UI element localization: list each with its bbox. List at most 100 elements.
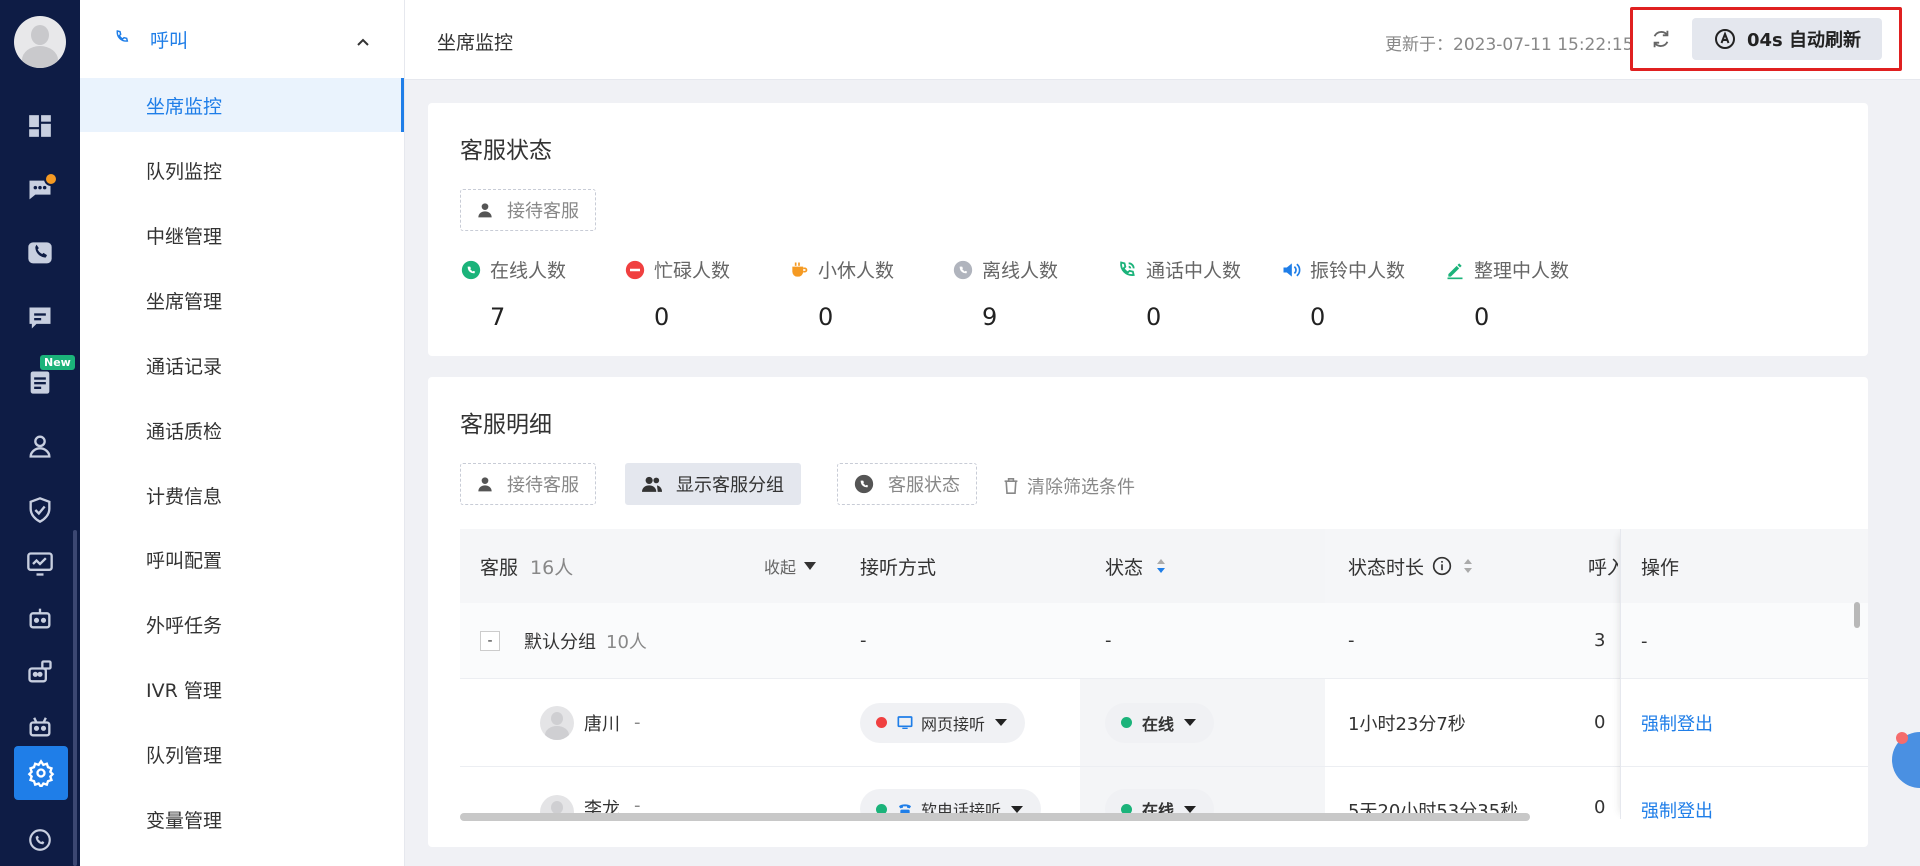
caret-down-icon [1184,719,1197,726]
phone-call-green-icon [1116,259,1138,281]
user-avatar[interactable] [14,16,66,68]
agent-status-card: 客服状态 接待客服 在线人数 7 忙碌人数 0 小休人数 0 离线人数 9 通话… [428,103,1868,356]
sort-icon[interactable] [1462,556,1474,576]
pencil-icon [1444,259,1466,281]
auto-refresh-button[interactable]: 04s 自动刷新 [1692,18,1882,60]
group-duration: - [1348,630,1355,651]
speaker-icon [1280,259,1302,281]
col-status[interactable]: 状态 [1105,529,1167,603]
group-ops: - [1641,630,1648,652]
person-icon [478,203,492,218]
settings-icon[interactable] [14,746,68,800]
secondary-menu: 呼叫 坐席监控 队列监控 中继管理 坐席管理 通话记录 通话质检 计费信息 呼叫… [80,0,481,866]
offline-icon [952,259,974,281]
show-group-chip[interactable]: 显示客服分组 [625,463,801,505]
whatsapp-green-icon [460,259,482,281]
desktop-icon [897,715,913,729]
menu-item-seat-manage[interactable]: 坐席管理 [80,273,404,327]
caret-down-icon [804,562,817,570]
group-calls: 3 [1594,630,1606,651]
group-status: - [1105,630,1112,651]
detail-filter-agent-chip[interactable]: 接待客服 [460,463,596,505]
robot2-icon[interactable] [22,654,58,690]
menu-item-billing[interactable]: 计费信息 [80,468,404,522]
group-name: 默认分组 [524,631,596,653]
col-duration[interactable]: 状态时长 [1348,529,1474,603]
monitor-icon[interactable] [22,546,58,582]
clear-filters-button[interactable]: 清除筛选条件 [1003,473,1135,499]
status-filter-agent-chip[interactable]: 接待客服 [460,189,596,231]
whatsapp-icon[interactable] [22,822,58,858]
chat-icon[interactable] [22,172,58,208]
col-agent: 客服 16人 收起 [480,529,817,603]
force-logout-link[interactable]: 强制登出 [1641,767,1713,819]
agent-name: 唐川 [584,713,620,735]
refresh-icon[interactable] [1650,28,1672,50]
robot-icon[interactable] [22,600,58,636]
call-count: 0 [1594,797,1606,818]
status-duration: 5天20小时53分35秒 [1348,801,1519,819]
menu-item-trunk[interactable]: 中继管理 [80,208,404,262]
notification-bell-button[interactable] [1892,732,1920,788]
table-vertical-scrollbar[interactable] [1854,602,1860,628]
menu-item-call-qa[interactable]: 通话质检 [80,403,404,457]
phone-icon[interactable] [22,236,58,272]
menu-group-call[interactable]: 呼叫 [80,0,404,78]
status-dot [1121,717,1132,728]
caret-down-icon [1011,805,1024,813]
person-icon [478,477,492,492]
menu-item-call-records[interactable]: 通话记录 [80,338,404,392]
notification-dot [1896,732,1908,744]
col-calls: 呼入 [1588,556,1618,579]
updated-time: 更新于：2023-07-11 15:22:15 [1385,35,1634,55]
rail-scrollbar[interactable] [73,530,77,866]
menu-item-ivr[interactable]: IVR 管理 [80,662,404,716]
message-icon[interactable] [22,300,58,336]
stat-wrapup-value: 0 [1474,303,1490,331]
info-icon[interactable] [1432,556,1452,576]
dashboard-icon[interactable] [22,108,58,144]
sort-icon[interactable] [1155,556,1167,576]
notification-badge [44,172,58,186]
auto-icon [1714,29,1735,49]
status-dropdown[interactable]: 在线 [1105,702,1215,743]
group-count: 10人 [606,631,647,653]
caret-down-icon [1184,805,1197,813]
page-title: 坐席监控 [437,32,514,54]
menu-item-queue-monitor[interactable]: 队列监控 [80,143,404,197]
status-card-title: 客服状态 [460,138,552,164]
avatar [540,705,574,740]
chevron-up-icon[interactable] [356,30,370,52]
menu-item-variables[interactable]: 变量管理 [80,792,404,846]
menu-item-seat-monitor[interactable]: 坐席监控 [80,78,404,132]
shield-icon[interactable] [22,492,58,528]
status-duration: 1小时23分7秒 [1348,713,1466,735]
status-filter-chip[interactable]: 客服状态 [837,463,977,505]
icon-rail: New [0,0,80,866]
table-horizontal-scrollbar[interactable] [460,813,1530,821]
group-icon [642,476,662,492]
coffee-icon [788,259,810,281]
collapse-group-button[interactable]: - [480,630,500,651]
mode-status-dot [876,717,887,728]
menu-item-outbound[interactable]: 外呼任务 [80,597,404,651]
menu-item-call-config[interactable]: 呼叫配置 [80,532,404,586]
stat-wrapup: 整理中人数 0 [1444,256,1644,331]
trash-icon [1004,478,1018,494]
call-count: 0 [1594,712,1606,733]
auto-refresh-label: 04s 自动刷新 [1746,30,1862,51]
answer-mode-dropdown[interactable]: 网页接听 [860,702,1026,743]
page-header: 坐席监控 更新于：2023-07-11 15:22:15 04s 自动刷新 [405,0,1920,80]
user-icon[interactable] [22,428,58,464]
menu-group-label: 呼叫 [150,29,189,52]
col-ops: 操作 [1641,556,1680,579]
status-icon [854,474,874,494]
agent-table: 客服 16人 收起 接听方式 状态 状态时长 呼入 - 默认分组 10人 - -… [460,529,1868,819]
robot3-icon[interactable] [22,708,58,744]
force-logout-link[interactable]: 强制登出 [1641,679,1713,767]
menu-item-queue-manage[interactable]: 队列管理 [80,727,404,781]
caret-down-icon [995,719,1008,726]
ticket-icon[interactable]: New [22,355,75,400]
new-badge: New [40,355,75,370]
collapse-toggle[interactable]: 收起 [764,554,817,578]
